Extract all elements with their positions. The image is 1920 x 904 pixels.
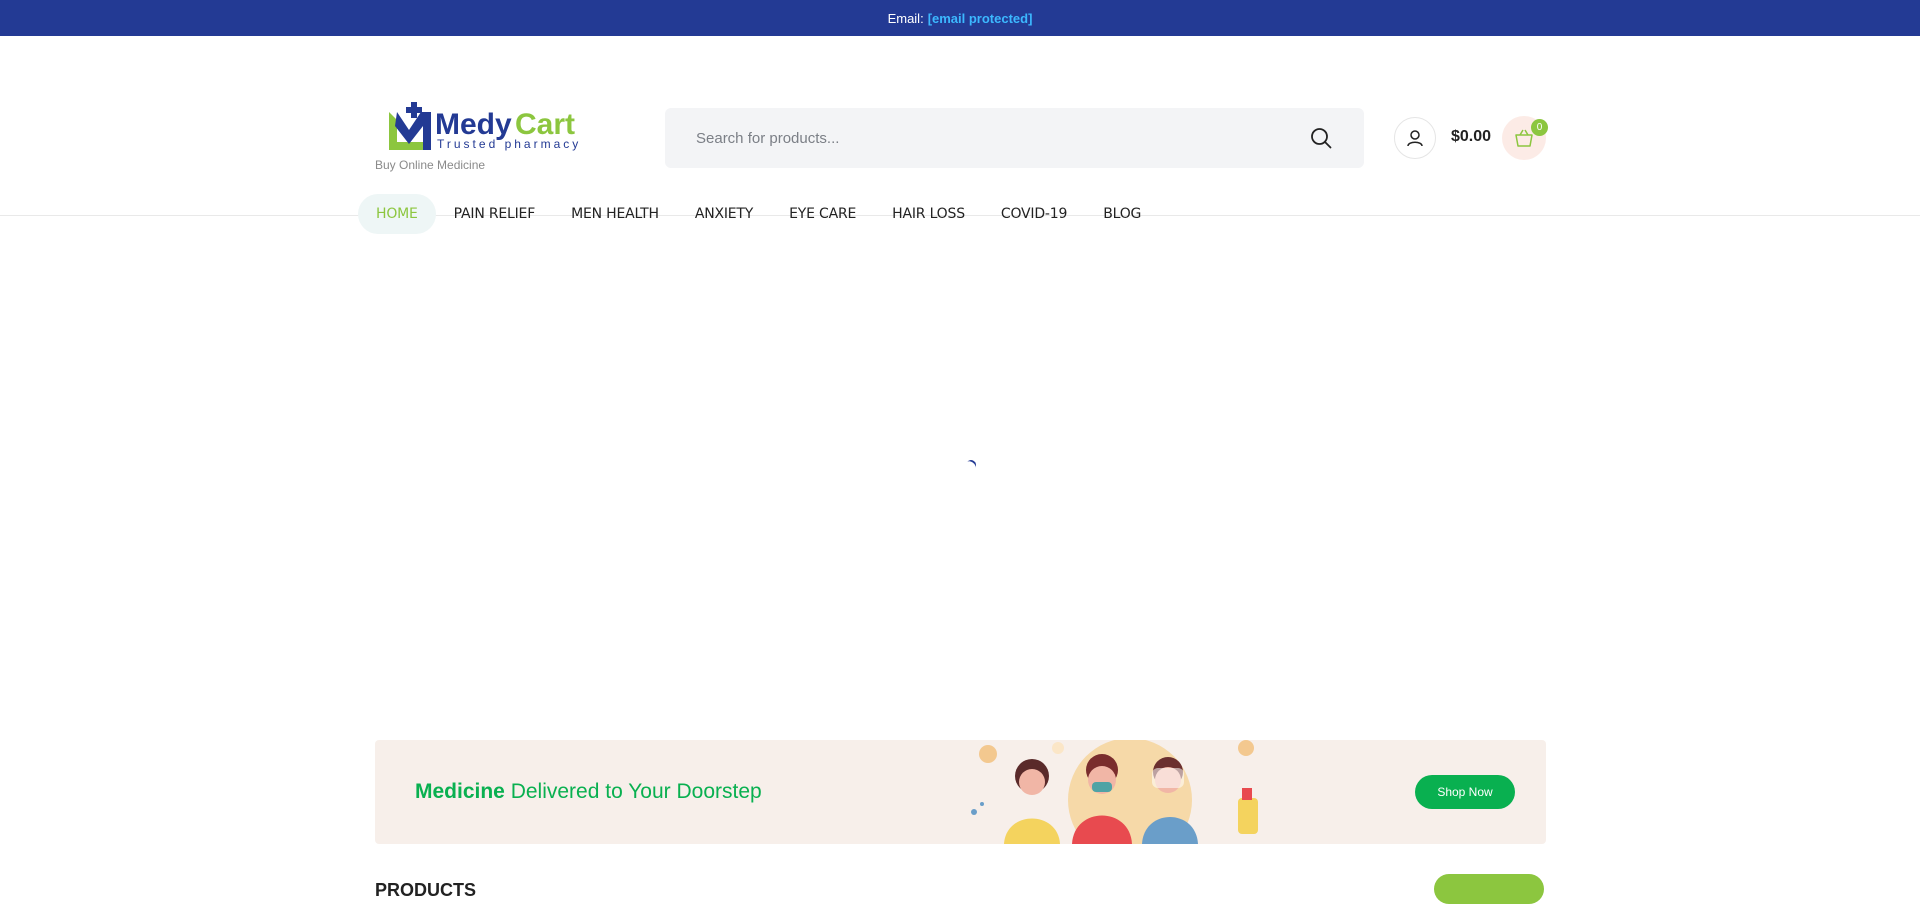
slider-loading-area [0, 216, 1920, 736]
logo-subtitle: Buy Online Medicine [375, 158, 486, 172]
loading-spinner [964, 458, 978, 472]
search-button[interactable] [1308, 125, 1334, 151]
user-icon [1407, 130, 1423, 147]
promo-banner: Medicine Delivered to Your Doorstep Shop… [375, 740, 1546, 844]
banner-text: Medicine Delivered to Your Doorstep [415, 780, 762, 804]
logo[interactable]: Medy Cart Trusted pharmacy Buy Online Me… [375, 98, 605, 174]
people-illustration [971, 740, 1258, 844]
shop-now-button[interactable]: Shop Now [1415, 775, 1515, 809]
logo-mark: Medy Cart Trusted pharmacy [389, 102, 581, 151]
cart-total[interactable]: $0.00 [1451, 128, 1491, 146]
top-bar: Email: [email protected] [0, 0, 1920, 36]
products-heading: PRODUCTS [375, 880, 477, 900]
email-link[interactable]: [email protected] [928, 11, 1033, 26]
search-icon [1311, 128, 1332, 149]
banner-highlight: Medicine [415, 780, 505, 803]
account-button[interactable] [1394, 117, 1436, 159]
logo-tagline: Trusted pharmacy [437, 137, 581, 151]
search-input[interactable] [696, 129, 1308, 147]
site-header: Medy Cart Trusted pharmacy Buy Online Me… [0, 36, 1920, 234]
search-bar [665, 108, 1364, 168]
view-all-button[interactable] [1434, 874, 1544, 904]
banner-tagline: Delivered to Your Doorstep [504, 780, 762, 803]
cart-count-badge: 0 [1531, 119, 1548, 136]
email-label: Email: [887, 10, 924, 26]
basket-icon [1515, 129, 1533, 147]
